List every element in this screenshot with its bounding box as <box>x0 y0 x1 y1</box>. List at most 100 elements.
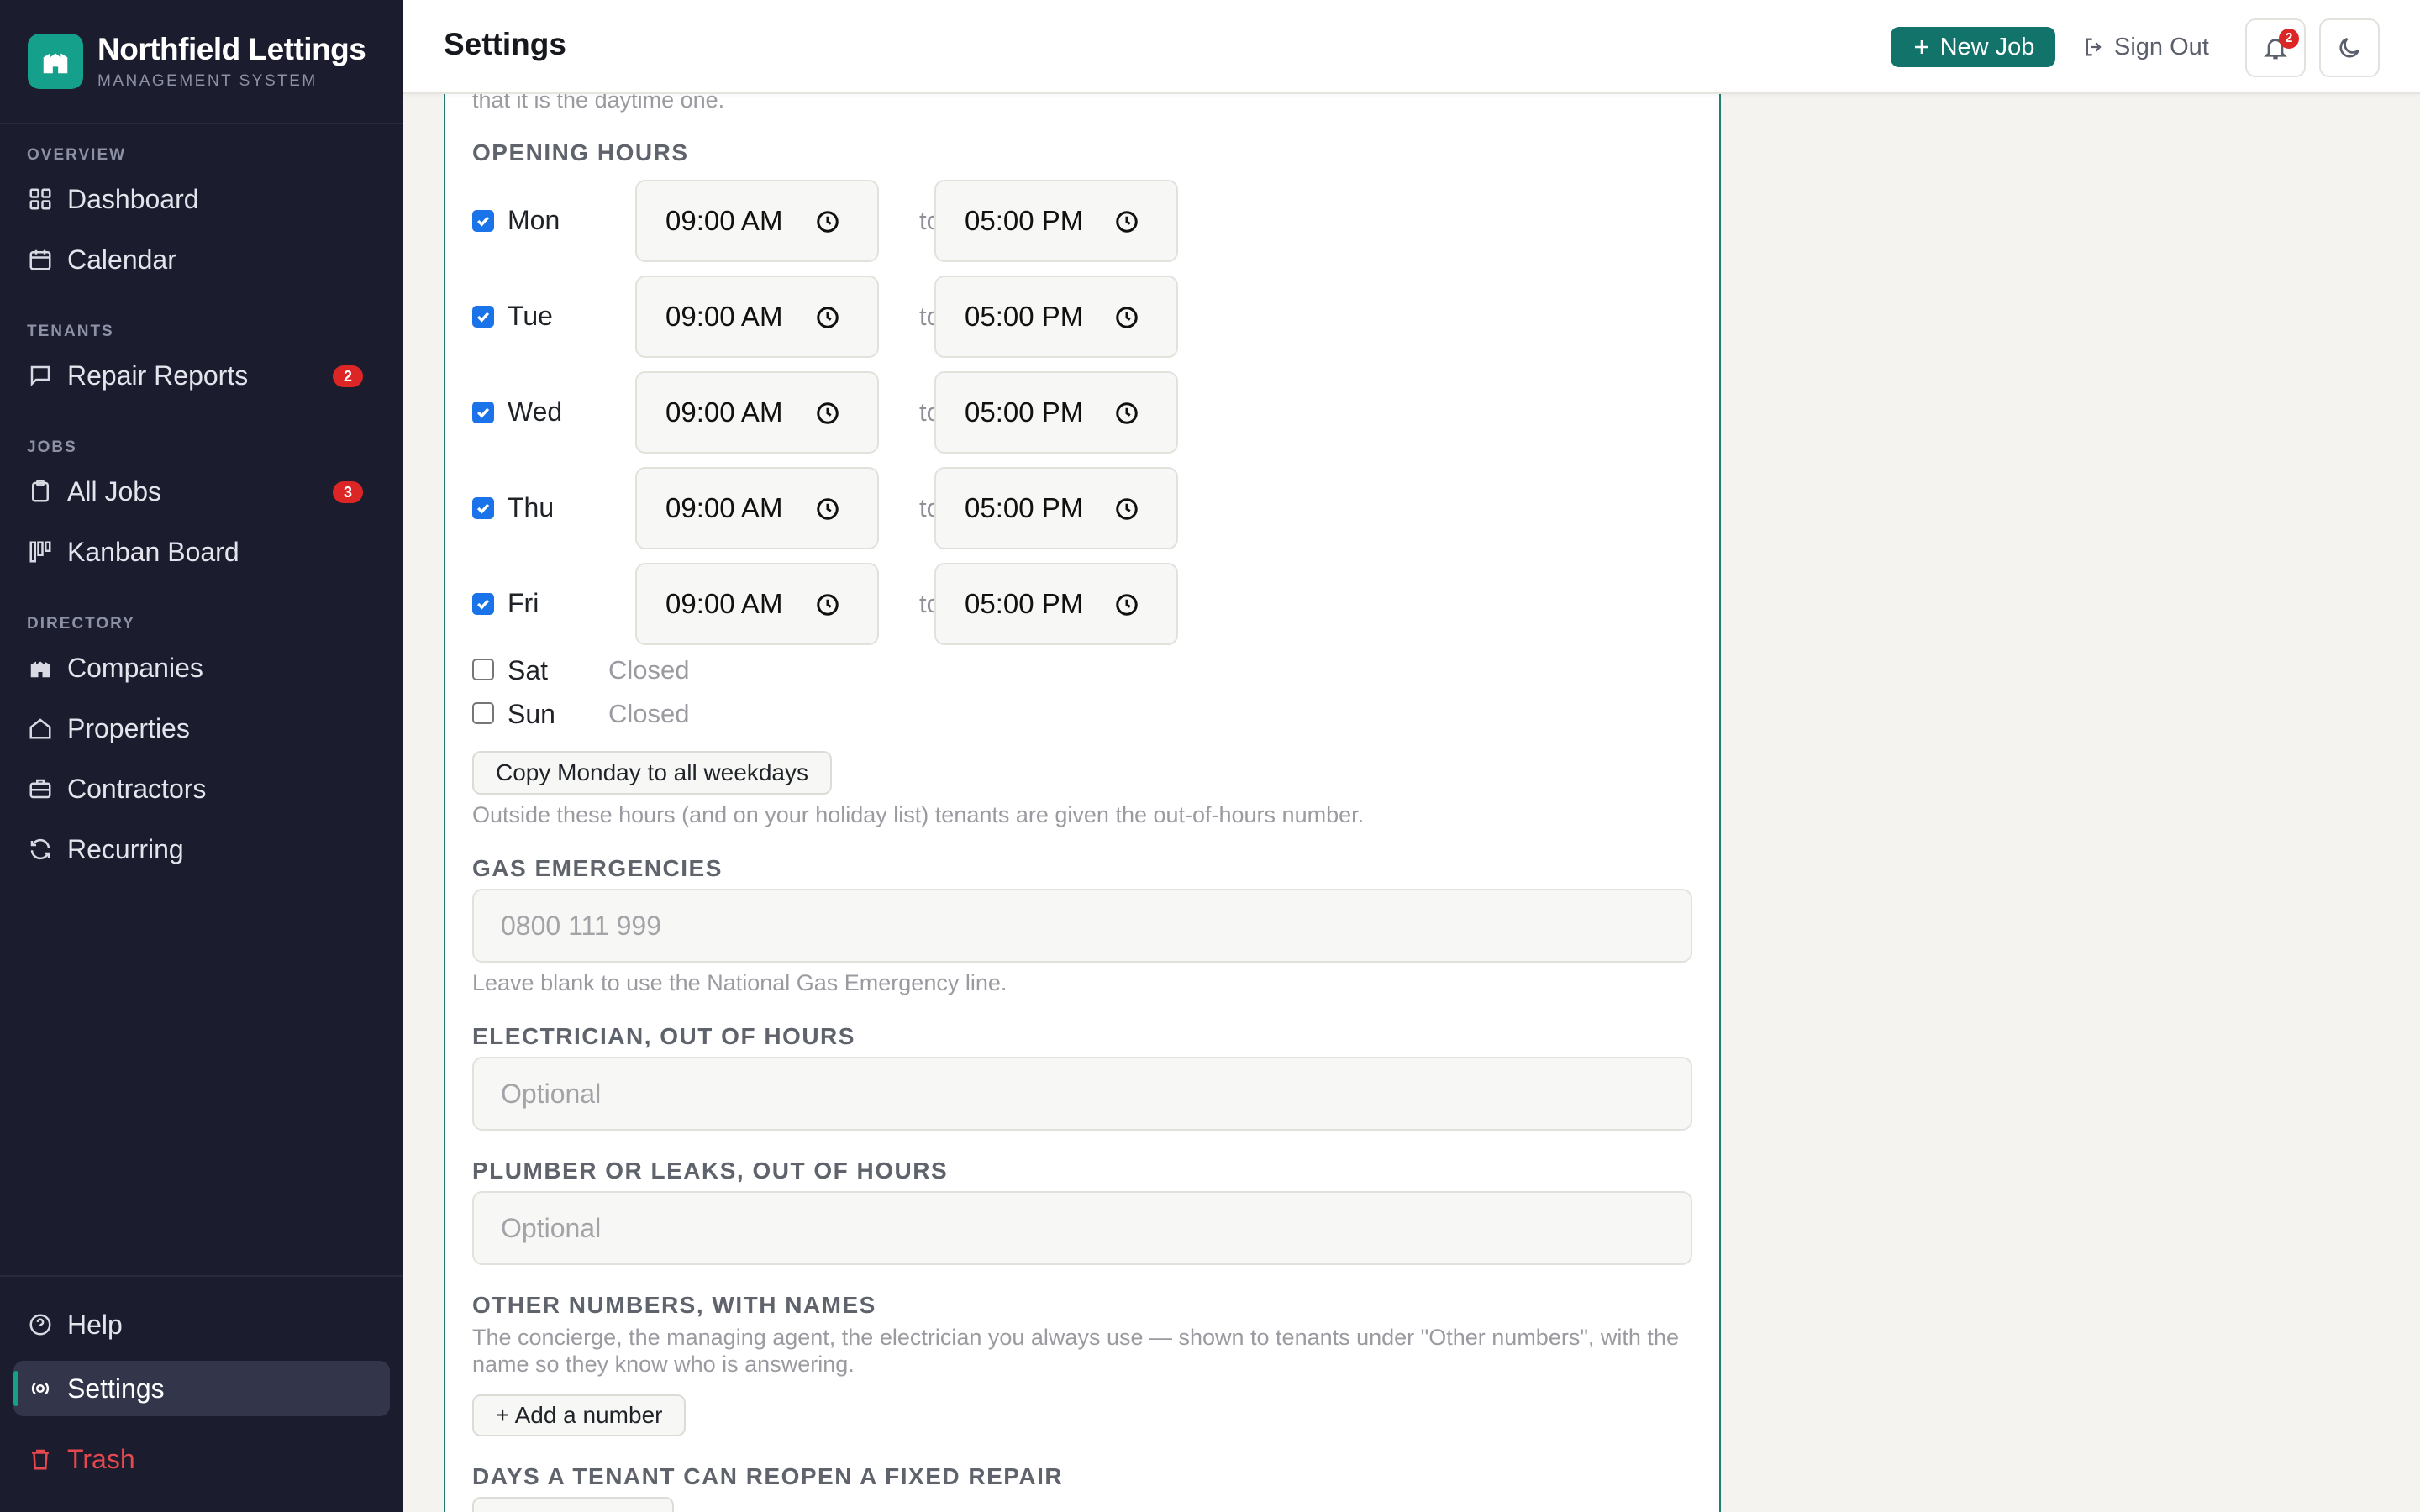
clock-icon[interactable] <box>815 401 840 426</box>
checkbox-fri[interactable] <box>472 593 494 615</box>
day-row-mon: Mon 09:00 AM to 05:00 PM <box>472 180 1228 262</box>
sidebar-item-trash[interactable]: Trash <box>13 1431 390 1487</box>
open-time-input[interactable]: 09:00 AM <box>635 371 879 454</box>
sidebar-divider <box>0 1275 403 1277</box>
plumber-input[interactable] <box>472 1191 1692 1265</box>
clock-icon[interactable] <box>1114 305 1139 330</box>
settings-panel: that it is the daytime one. OPENING HOUR… <box>444 87 1721 1512</box>
clock-icon[interactable] <box>815 209 840 234</box>
close-time-input[interactable]: 05:00 PM <box>934 467 1178 549</box>
time-value: 09:00 AM <box>666 588 783 619</box>
grid-icon <box>27 186 54 213</box>
day-row-fri: Fri 09:00 AM to 05:00 PM <box>472 563 1228 645</box>
day-row-wed: Wed 09:00 AM to 05:00 PM <box>472 371 1228 454</box>
day-label: Tue <box>508 301 553 331</box>
theme-toggle-button[interactable] <box>2319 18 2380 77</box>
open-time-input[interactable]: 09:00 AM <box>635 180 879 262</box>
checkbox-sun[interactable] <box>472 702 494 724</box>
count-badge: 2 <box>333 365 363 387</box>
day-row-tue: Tue 09:00 AM to 05:00 PM <box>472 276 1228 358</box>
sidebar-item-label: Kanban Board <box>67 536 239 567</box>
kanban-icon <box>27 538 54 565</box>
day-label: Sun <box>508 699 555 729</box>
closed-label: Closed <box>608 699 690 728</box>
copy-monday-button[interactable]: Copy Monday to all weekdays <box>472 751 832 795</box>
sidebar-item-all-jobs[interactable]: All Jobs 3 <box>13 464 390 519</box>
gas-helper: Leave blank to use the National Gas Emer… <box>472 970 1007 995</box>
clock-icon[interactable] <box>815 305 840 330</box>
briefcase-icon <box>27 775 54 802</box>
time-value: 09:00 AM <box>666 492 783 523</box>
time-value: 05:00 PM <box>965 588 1084 619</box>
building-logo-icon <box>28 34 83 89</box>
day-label: Fri <box>508 588 539 618</box>
sidebar-item-dashboard[interactable]: Dashboard <box>13 171 390 227</box>
day-row-sat: Sat Closed <box>472 655 1228 692</box>
time-value: 05:00 PM <box>965 492 1084 523</box>
checkbox-wed[interactable] <box>472 402 494 423</box>
checkbox-thu[interactable] <box>472 497 494 519</box>
closed-label: Closed <box>608 655 690 685</box>
other-numbers-helper: The concierge, the managing agent, the e… <box>472 1325 1679 1377</box>
sidebar-item-recurring[interactable]: Recurring <box>13 822 390 877</box>
brand[interactable]: Northfield Lettings MANAGEMENT SYSTEM <box>0 0 403 124</box>
close-time-input[interactable]: 05:00 PM <box>934 371 1178 454</box>
count-badge: 3 <box>333 481 363 503</box>
sidebar-item-repair-reports[interactable]: Repair Reports 2 <box>13 348 390 403</box>
close-time-input[interactable]: 05:00 PM <box>934 180 1178 262</box>
close-time-input[interactable]: 05:00 PM <box>934 563 1178 645</box>
time-value: 09:00 AM <box>666 205 783 236</box>
sidebar-item-label: Trash <box>67 1443 135 1474</box>
day-row-sun: Sun Closed <box>472 699 1228 736</box>
gas-emergencies-label: GAS EMERGENCIES <box>472 855 723 881</box>
clock-icon[interactable] <box>1114 209 1139 234</box>
checkbox-mon[interactable] <box>472 210 494 232</box>
electrician-label: ELECTRICIAN, OUT OF HOURS <box>472 1023 855 1049</box>
day-label: Wed <box>508 396 563 427</box>
page-title: Settings <box>444 27 566 61</box>
clock-icon[interactable] <box>815 496 840 522</box>
sidebar-item-label: Contractors <box>67 773 207 804</box>
gas-emergencies-input[interactable] <box>472 889 1692 963</box>
add-number-button[interactable]: + Add a number <box>472 1394 687 1436</box>
open-time-input[interactable]: 09:00 AM <box>635 276 879 358</box>
new-job-button[interactable]: New Job <box>1891 27 2055 67</box>
section-tenants: TENANTS <box>27 323 114 340</box>
sidebar-item-companies[interactable]: Companies <box>13 640 390 696</box>
clock-icon[interactable] <box>1114 496 1139 522</box>
checkbox-sat[interactable] <box>472 659 494 680</box>
sidebar-item-label: Calendar <box>67 244 176 275</box>
sidebar-item-label: Companies <box>67 652 203 683</box>
reopen-days-label: DAYS A TENANT CAN REOPEN A FIXED REPAIR <box>472 1463 1064 1489</box>
sign-out-button[interactable]: Sign Out <box>2082 29 2209 66</box>
sidebar-item-label: All Jobs <box>67 475 162 507</box>
house-icon <box>27 715 54 742</box>
settings-icon <box>27 1375 54 1402</box>
section-overview: OVERVIEW <box>27 146 127 164</box>
sidebar-item-contractors[interactable]: Contractors <box>13 761 390 816</box>
open-time-input[interactable]: 09:00 AM <box>635 563 879 645</box>
sidebar-item-label: Recurring <box>67 833 184 864</box>
sidebar-item-calendar[interactable]: Calendar <box>13 232 390 287</box>
day-label: Thu <box>508 492 555 522</box>
open-time-input[interactable]: 09:00 AM <box>635 467 879 549</box>
time-value: 05:00 PM <box>965 301 1084 332</box>
checkbox-tue[interactable] <box>472 306 494 328</box>
notifications-button[interactable]: 2 <box>2245 18 2306 77</box>
close-time-input[interactable]: 05:00 PM <box>934 276 1178 358</box>
sidebar-item-kanban-board[interactable]: Kanban Board <box>13 524 390 580</box>
trash-icon <box>27 1446 54 1473</box>
clock-icon[interactable] <box>1114 401 1139 426</box>
sign-out-label: Sign Out <box>2114 33 2209 60</box>
building-icon <box>27 654 54 681</box>
sidebar-item-help[interactable]: Help <box>13 1297 390 1352</box>
clock-icon[interactable] <box>1114 592 1139 617</box>
reopen-days-input[interactable] <box>472 1497 674 1512</box>
clock-icon[interactable] <box>815 592 840 617</box>
time-value: 05:00 PM <box>965 396 1084 428</box>
time-value: 05:00 PM <box>965 205 1084 236</box>
sidebar-item-label: Dashboard <box>67 183 199 214</box>
sidebar-item-settings[interactable]: Settings <box>13 1361 390 1416</box>
sidebar-item-properties[interactable]: Properties <box>13 701 390 756</box>
electrician-input[interactable] <box>472 1057 1692 1131</box>
